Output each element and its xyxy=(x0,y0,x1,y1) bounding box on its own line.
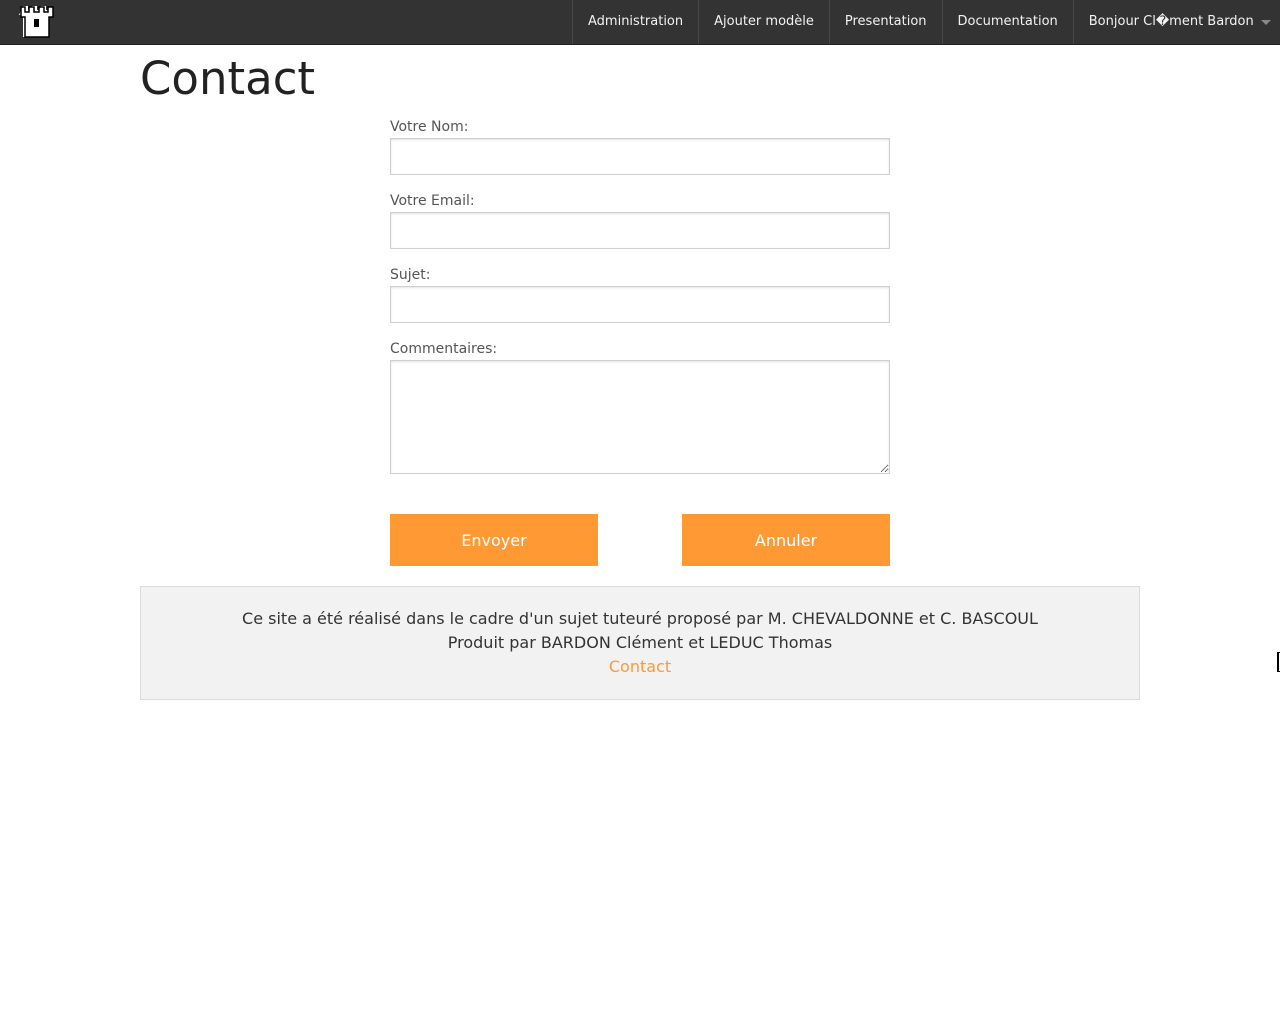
email-label: Votre Email: xyxy=(390,193,475,209)
subject-field[interactable] xyxy=(390,286,890,323)
footer-credits-line: Ce site a été réalisé dans le cadre d'un… xyxy=(242,609,1038,628)
page-title: Contact xyxy=(140,52,316,105)
contact-form: Votre Nom: Votre Email: Sujet: Commentai… xyxy=(390,118,890,474)
send-button[interactable]: Envoyer xyxy=(390,514,598,566)
castle-tower-icon[interactable] xyxy=(19,3,55,41)
top-navbar: Administration Ajouter modèle Presentati… xyxy=(0,0,1280,45)
footer-contact-link[interactable]: Contact xyxy=(609,657,671,676)
user-menu-label: Bonjour Cl�ment Bardon xyxy=(1088,14,1254,29)
subject-label: Sujet: xyxy=(390,267,431,283)
nav-item-ajouter-modele[interactable]: Ajouter modèle xyxy=(698,0,829,44)
nav-menu: Administration Ajouter modèle Presentati… xyxy=(572,0,1280,44)
nav-item-presentation[interactable]: Presentation xyxy=(828,0,942,44)
nav-item-documentation[interactable]: Documentation xyxy=(941,0,1073,44)
cancel-button[interactable]: Annuler xyxy=(682,514,890,566)
comments-label: Commentaires: xyxy=(390,341,498,357)
comments-field[interactable] xyxy=(390,360,890,474)
name-field[interactable] xyxy=(390,138,890,175)
name-label: Votre Nom: xyxy=(390,119,469,135)
footer: Ce site a été réalisé dans le cadre d'un… xyxy=(140,586,1140,700)
email-field[interactable] xyxy=(390,212,890,249)
footer-authors-line: Produit par BARDON Clément et LEDUC Thom… xyxy=(447,633,833,652)
caret-down-icon xyxy=(1260,20,1271,25)
user-menu[interactable]: Bonjour Cl�ment Bardon xyxy=(1072,0,1280,44)
nav-item-administration[interactable]: Administration xyxy=(572,0,698,44)
